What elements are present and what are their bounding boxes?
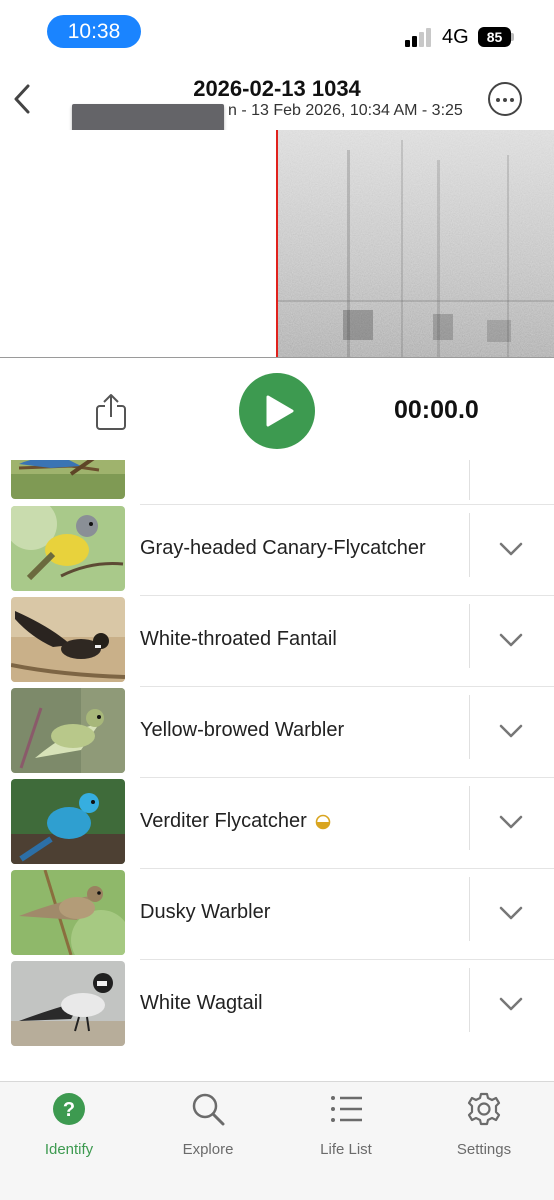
chevron-down-icon[interactable] — [498, 996, 524, 1012]
species-row[interactable]: Yellow-browed Warbler — [0, 687, 554, 778]
chevron-down-icon[interactable] — [498, 814, 524, 830]
tab-bar: ? Identify Explore Life List Settings — [0, 1081, 554, 1200]
species-thumbnail — [11, 460, 125, 499]
recording-subtitle: n - 13 Feb 2026, 10:34 AM - 3:25 — [228, 102, 463, 119]
tab-life-list[interactable]: Life List — [286, 1090, 406, 1160]
chevron-down-icon[interactable] — [498, 723, 524, 739]
species-name: White-throated Fantail — [140, 628, 337, 650]
spectrogram-image — [277, 130, 554, 358]
status-bar: 10:38 4G 85 — [0, 0, 554, 62]
search-icon — [192, 1093, 225, 1126]
species-name: Verditer Flycatcher — [140, 810, 331, 833]
play-button[interactable] — [239, 373, 315, 449]
share-button[interactable] — [94, 392, 128, 432]
species-thumbnail — [11, 870, 125, 955]
species-row[interactable]: White Wagtail — [0, 960, 554, 1051]
species-name: Yellow-browed Warbler — [140, 719, 345, 741]
chevron-down-icon[interactable] — [498, 632, 524, 648]
chevron-down-icon[interactable] — [498, 541, 524, 557]
species-row[interactable]: Dusky Warbler — [0, 869, 554, 960]
share-icon — [96, 394, 126, 430]
chevron-down-icon[interactable] — [498, 905, 524, 921]
more-options-button[interactable] — [488, 82, 522, 116]
half-circle-icon — [315, 814, 331, 830]
species-thumbnail — [11, 597, 125, 682]
species-row[interactable]: White-throated Fantail — [0, 596, 554, 687]
tab-label: Life List — [320, 1141, 372, 1158]
species-name-text: Verditer Flycatcher — [140, 810, 307, 832]
battery-level: 85 — [478, 27, 511, 47]
spectrogram-divider — [0, 357, 554, 358]
svg-text:?: ? — [63, 1099, 75, 1121]
species-list[interactable]: Gray-headed Canary-Flycatcher White-thro… — [0, 460, 554, 1082]
tab-explore[interactable]: Explore — [148, 1090, 268, 1160]
tab-label: Explore — [182, 1141, 234, 1158]
list-icon — [331, 1096, 362, 1122]
page-title: 2026-02-13 1034 — [193, 76, 361, 101]
species-name: White Wagtail — [140, 992, 263, 1014]
species-thumbnail — [11, 506, 125, 591]
species-row[interactable]: Gray-headed Canary-Flycatcher — [0, 505, 554, 596]
network-type: 4G — [442, 26, 469, 48]
play-icon — [266, 395, 294, 427]
tab-label: Identify — [44, 1141, 94, 1158]
species-name: Gray-headed Canary-Flycatcher — [140, 537, 426, 559]
question-circle-icon: ? — [53, 1093, 85, 1125]
species-thumbnail — [11, 688, 125, 773]
species-name: Dusky Warbler — [140, 901, 271, 923]
status-time[interactable]: 10:38 — [47, 15, 141, 48]
gear-icon — [467, 1092, 501, 1126]
tab-label: Settings — [456, 1141, 512, 1158]
tab-settings[interactable]: Settings — [424, 1090, 544, 1160]
tab-identify[interactable]: ? Identify — [9, 1090, 129, 1160]
species-thumbnail — [11, 961, 125, 1046]
battery-icon: 85 — [478, 27, 514, 47]
playhead-marker[interactable] — [276, 130, 278, 358]
species-row[interactable] — [0, 460, 554, 505]
spectrogram[interactable] — [0, 130, 554, 358]
species-thumbnail — [11, 779, 125, 864]
cellular-signal-icon — [405, 27, 435, 47]
species-row[interactable]: Verditer Flycatcher — [0, 778, 554, 869]
playback-timer: 00:00.0 — [394, 396, 479, 424]
